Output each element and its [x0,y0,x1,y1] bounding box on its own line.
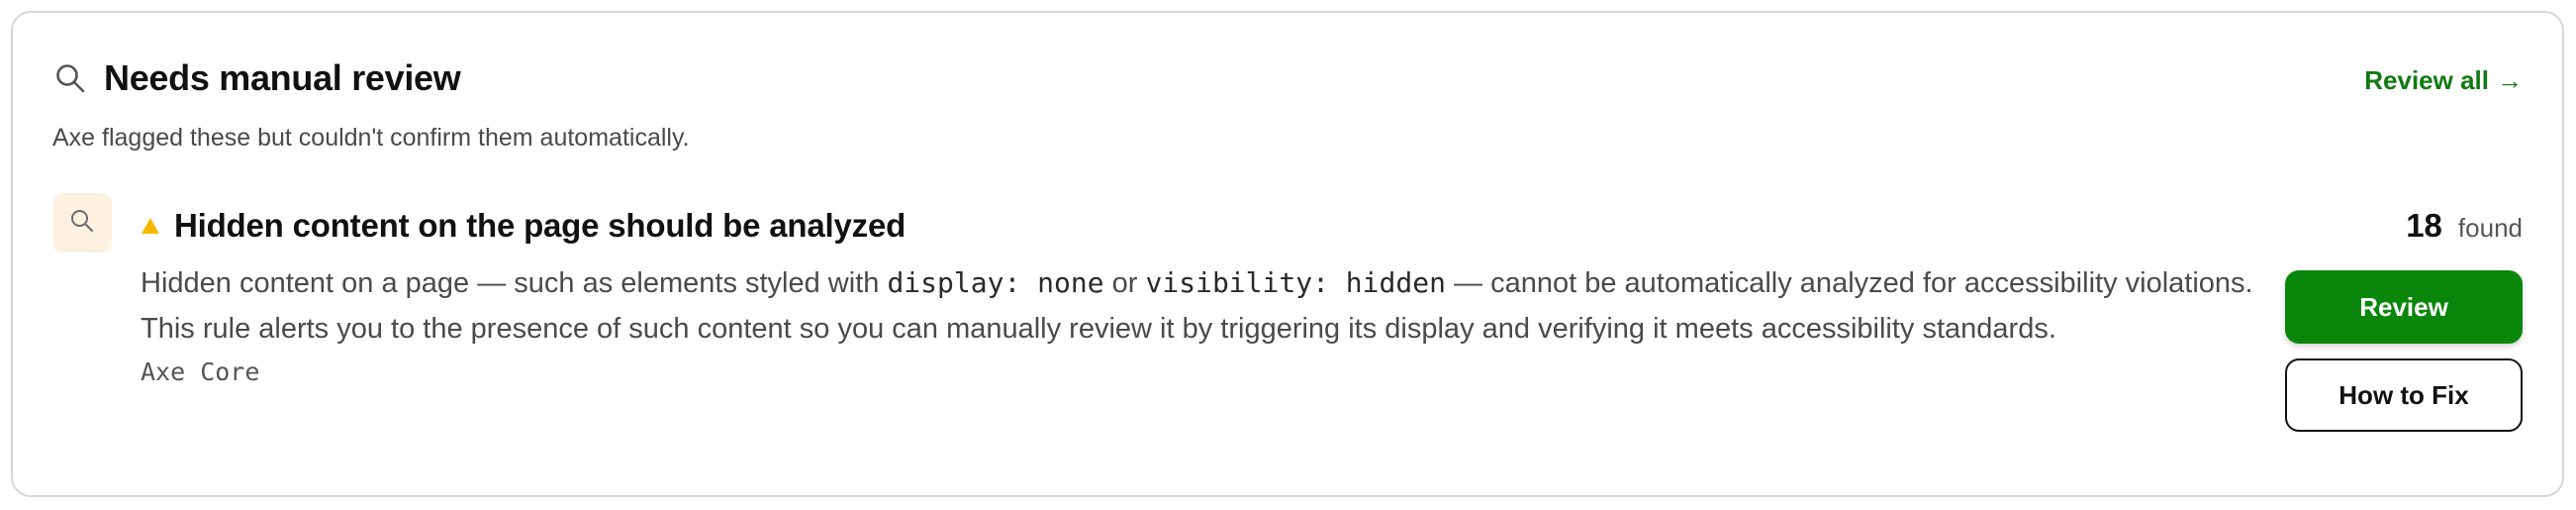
code-visibility-hidden: visibility: hidden [1145,266,1446,299]
rule-source: Axe Core [141,357,260,386]
issue-count: 18 found [2406,207,2523,245]
manual-review-card: Needs manual review Review all → Axe fla… [11,11,2564,497]
how-to-fix-button[interactable]: How to Fix [2285,358,2523,432]
review-all-label: Review all [2364,65,2489,95]
warning-triangle-icon [141,216,160,236]
rule-item: Hidden content on the page should be ana… [141,207,2258,386]
count-number: 18 [2406,207,2442,244]
search-icon [52,60,88,96]
code-display-none: display: none [887,266,1104,299]
search-icon [69,208,95,239]
rule-icon-badge [52,193,112,253]
arrow-right-icon: → [2497,65,2523,95]
rule-description-text: or [1103,267,1146,299]
review-all-link[interactable]: Review all → [2364,65,2523,96]
rule-title: Hidden content on the page should be ana… [174,207,906,244]
rule-description-text: Hidden content on a page — such as eleme… [141,267,888,299]
section-subtitle: Axe flagged these but couldn't confirm t… [52,124,690,152]
section-title: Needs manual review [104,57,461,98]
section-header: Needs manual review Review all → [52,57,2523,117]
section-title-row: Needs manual review [52,57,2523,99]
rule-description: Hidden content on a page — such as eleme… [141,260,2258,352]
rule-title-row: Hidden content on the page should be ana… [141,207,2258,245]
count-label: found [2457,213,2523,243]
review-button[interactable]: Review [2285,270,2523,344]
